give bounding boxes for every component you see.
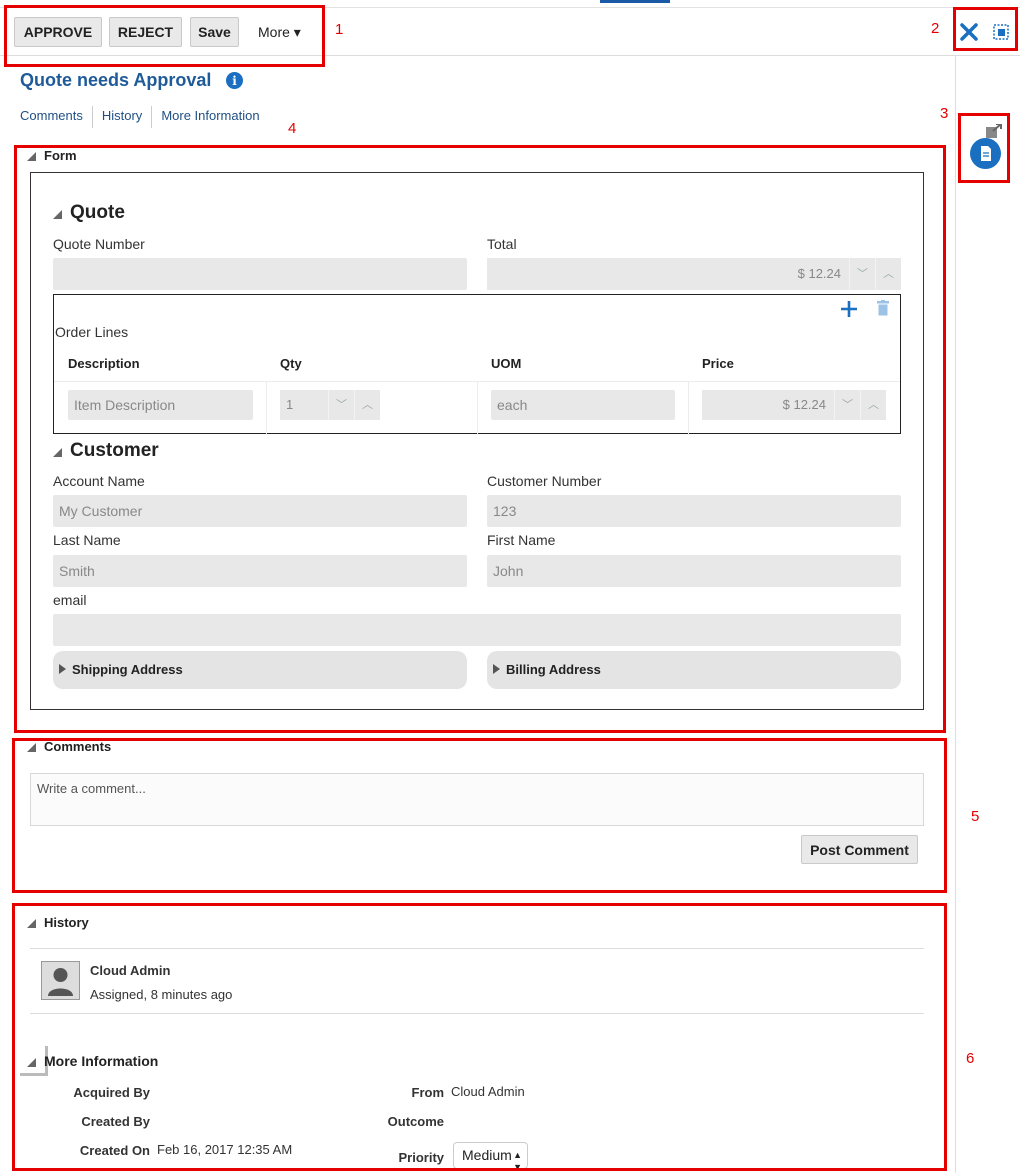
annotation-box-3 — [958, 113, 1010, 183]
annotation-box-2 — [953, 7, 1018, 51]
annotation-number-3: 3 — [940, 105, 949, 122]
annotation-box-6 — [12, 903, 947, 1171]
info-icon[interactable]: i — [226, 72, 243, 89]
annotation-box-4 — [14, 145, 946, 733]
tab-comments[interactable]: Comments — [20, 106, 92, 128]
annotation-box-5 — [12, 738, 947, 893]
annotation-number-4: 4 — [288, 120, 297, 137]
annotation-box-1 — [4, 5, 325, 67]
page-title: Quote needs Approval — [20, 70, 212, 90]
annotation-number-5: 5 — [971, 808, 980, 825]
active-tab-indicator — [600, 0, 670, 3]
annotation-number-1: 1 — [335, 21, 344, 38]
annotation-number-6: 6 — [966, 1050, 975, 1067]
tab-more-information[interactable]: More Information — [151, 106, 268, 128]
tab-history[interactable]: History — [91, 106, 151, 128]
right-sidebar — [955, 56, 1020, 1173]
section-tabs: Comments History More Information — [20, 106, 269, 128]
annotation-number-2: 2 — [931, 20, 940, 37]
